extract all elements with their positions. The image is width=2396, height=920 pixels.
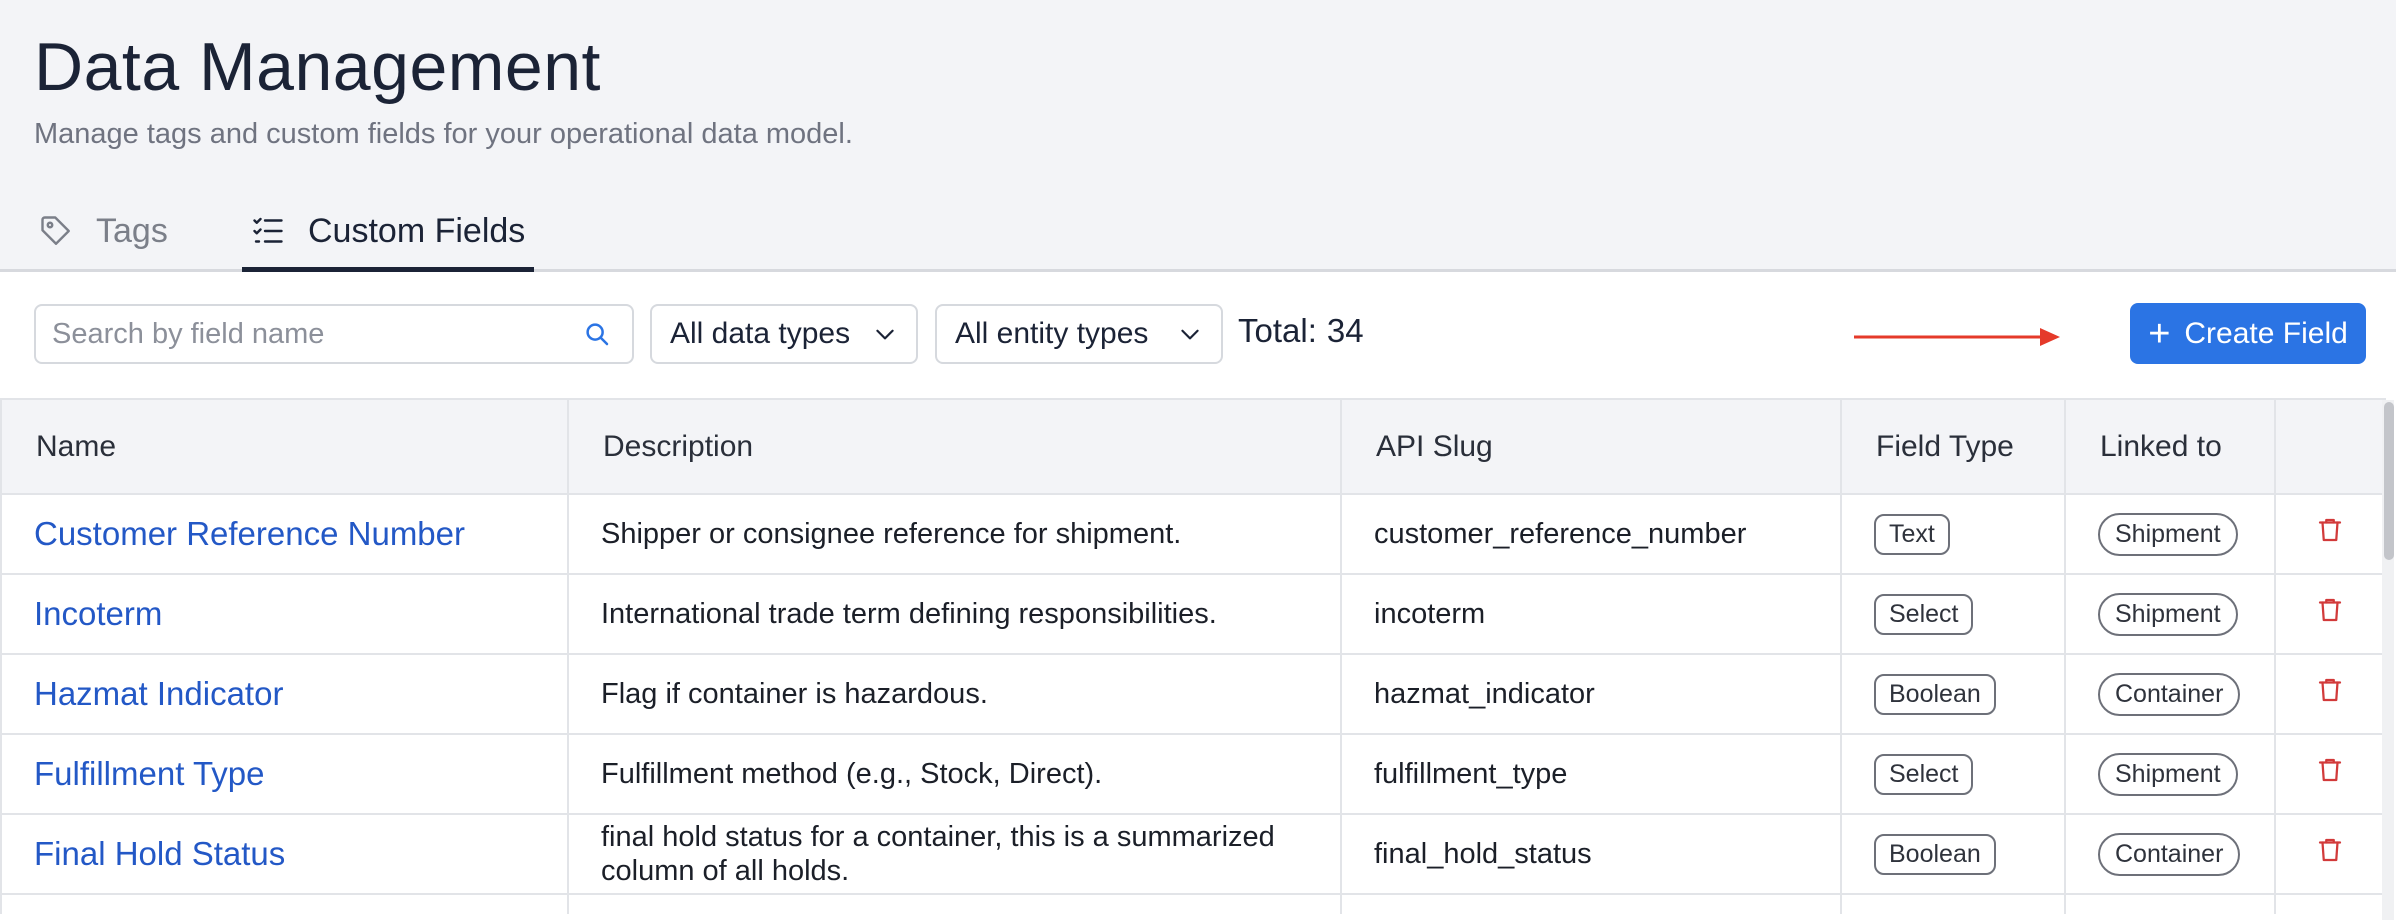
entity-type-filter[interactable]: All entity types xyxy=(935,304,1223,364)
field-type-cell: Select xyxy=(1840,573,2066,655)
field-api-slug: fulfillment_type xyxy=(1340,733,1842,815)
table-row: Fulfillment Type Fulfillment method (e.g… xyxy=(0,733,2386,815)
entity-type-filter-value: All entity types xyxy=(955,317,1149,350)
field-description: Shipper or consignee reference for shipm… xyxy=(567,493,1342,575)
trash-icon[interactable] xyxy=(2315,674,2345,706)
checklist-icon xyxy=(250,213,286,249)
tab-tags[interactable]: Tags xyxy=(38,190,168,272)
tag-icon xyxy=(38,213,74,249)
linked-to-cell: Shipment xyxy=(2064,573,2276,655)
column-header-api-slug[interactable]: API Slug xyxy=(1340,398,1842,495)
linked-entity-badge: Container xyxy=(2098,672,2241,716)
data-type-filter-value: All data types xyxy=(670,317,851,350)
page-subtitle: Manage tags and custom fields for your o… xyxy=(34,118,853,150)
linked-entity-badge: Shipment xyxy=(2098,512,2238,556)
search-placeholder: Search by field name xyxy=(52,317,325,350)
field-description: final hold status for a container, this … xyxy=(567,813,1342,895)
delete-cell xyxy=(2274,813,2386,895)
table-row xyxy=(0,893,2386,914)
create-field-label: Create Field xyxy=(2184,316,2348,350)
field-name-link[interactable]: Hazmat Indicator xyxy=(0,653,569,735)
field-type-cell: Select xyxy=(1840,733,2066,815)
trash-icon[interactable] xyxy=(2315,754,2345,786)
total-count: Total: 34 xyxy=(1238,312,1364,350)
create-field-button[interactable]: + Create Field xyxy=(2130,303,2366,364)
trash-icon[interactable] xyxy=(2315,834,2345,866)
field-name-link[interactable]: Final Hold Status xyxy=(0,813,569,895)
field-type-cell: Boolean xyxy=(1840,813,2066,895)
field-name-link[interactable]: Customer Reference Number xyxy=(0,493,569,575)
tab-bar: Tags Custom Fields xyxy=(0,190,2396,272)
field-api-slug: customer_reference_number xyxy=(1340,493,1842,575)
table-row: Incoterm International trade term defini… xyxy=(0,573,2386,655)
annotation-arrow-icon xyxy=(1854,328,2060,346)
linked-to-cell: Shipment xyxy=(2064,733,2276,815)
page-header: Data Management Manage tags and custom f… xyxy=(0,0,2396,272)
delete-cell xyxy=(2274,573,2386,655)
plus-icon: + xyxy=(2148,312,2171,355)
linked-to-cell: Shipment xyxy=(2064,493,2276,575)
column-header-linked-to[interactable]: Linked to xyxy=(2064,398,2276,495)
field-type-badge: Select xyxy=(1874,753,1974,795)
field-api-slug: hazmat_indicator xyxy=(1340,653,1842,735)
field-api-slug: incoterm xyxy=(1340,573,1842,655)
linked-entity-badge: Shipment xyxy=(2098,752,2238,796)
delete-cell xyxy=(2274,733,2386,815)
linked-to-cell: Container xyxy=(2064,653,2276,735)
field-type-badge: Boolean xyxy=(1874,673,1996,715)
scrollbar-thumb[interactable] xyxy=(2384,402,2394,560)
column-header-field-type[interactable]: Field Type xyxy=(1840,398,2066,495)
total-value: 34 xyxy=(1326,312,1364,349)
column-header-name[interactable]: Name xyxy=(0,398,569,495)
page-title: Data Management xyxy=(34,29,601,105)
custom-fields-table: Name Description API Slug Field Type Lin… xyxy=(0,398,2396,914)
linked-to-cell: Container xyxy=(2064,813,2276,895)
table-row: Final Hold Status final hold status for … xyxy=(0,813,2386,895)
trash-icon[interactable] xyxy=(2315,514,2345,546)
tab-tags-label: Tags xyxy=(96,211,168,250)
linked-entity-badge: Container xyxy=(2098,832,2241,876)
field-type-badge: Text xyxy=(1874,513,1950,555)
field-api-slug: final_hold_status xyxy=(1340,813,1842,895)
field-description: Flag if container is hazardous. xyxy=(567,653,1342,735)
field-description: International trade term defining respon… xyxy=(567,573,1342,655)
delete-cell xyxy=(2274,653,2386,735)
field-name-link[interactable]: Fulfillment Type xyxy=(0,733,569,815)
data-type-filter[interactable]: All data types xyxy=(650,304,918,364)
column-header-actions xyxy=(2274,398,2386,495)
field-type-cell: Boolean xyxy=(1840,653,2066,735)
field-type-cell: Text xyxy=(1840,493,2066,575)
table-row: Customer Reference Number Shipper or con… xyxy=(0,493,2386,575)
field-type-badge: Select xyxy=(1874,593,1974,635)
field-description: Fulfillment method (e.g., Stock, Direct)… xyxy=(567,733,1342,815)
table-header-row: Name Description API Slug Field Type Lin… xyxy=(0,398,2386,495)
search-input[interactable]: Search by field name xyxy=(34,304,634,364)
chevron-down-icon xyxy=(1177,321,1203,347)
field-type-badge: Boolean xyxy=(1874,833,1996,875)
chevron-down-icon xyxy=(872,321,898,347)
tab-custom-fields[interactable]: Custom Fields xyxy=(242,190,534,272)
tab-custom-fields-label: Custom Fields xyxy=(308,211,526,250)
table-row: Hazmat Indicator Flag if container is ha… xyxy=(0,653,2386,735)
trash-icon[interactable] xyxy=(2315,594,2345,626)
linked-entity-badge: Shipment xyxy=(2098,592,2238,636)
search-icon[interactable] xyxy=(582,319,612,349)
field-name-link[interactable]: Incoterm xyxy=(0,573,569,655)
column-header-description[interactable]: Description xyxy=(567,398,1342,495)
total-label: Total: xyxy=(1238,312,1317,349)
delete-cell xyxy=(2274,493,2386,575)
